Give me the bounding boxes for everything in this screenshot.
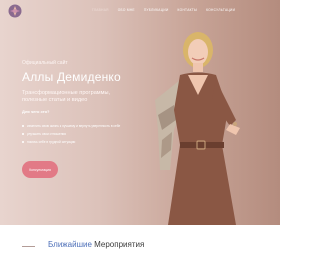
bullet-icon: [22, 133, 24, 135]
events-heading: Ближайшие Мероприятия: [48, 240, 144, 249]
list-item: улучшить свои отношения: [22, 130, 152, 138]
bullet-text: изменить свою жизнь к лучшему и вернуть …: [27, 124, 121, 128]
consultation-button[interactable]: Консультация: [22, 161, 58, 178]
hero-subtitle: Трансформационные программы, полезные ст…: [22, 90, 152, 104]
hero-title: Аллы Демиденко: [22, 70, 121, 84]
hero-subtitle-line-2: полезные статьи и видео: [22, 97, 88, 103]
hero-section: Главная Обо мне Публикации Контакты Конс…: [0, 0, 280, 225]
page: Главная Обо мне Публикации Контакты Конс…: [0, 0, 280, 280]
nav-item-consultations[interactable]: Консультации: [206, 8, 235, 12]
events-heading-accent: Ближайшие: [48, 240, 92, 249]
list-item: изменить свою жизнь к лучшему и вернуть …: [22, 122, 152, 130]
bullet-icon: [22, 141, 24, 143]
top-navigation: Главная Обо мне Публикации Контакты Конс…: [0, 0, 280, 22]
events-section: Ближайшие Мероприятия: [0, 225, 280, 280]
hero-portrait-image: [155, 32, 240, 225]
nav-item-contacts[interactable]: Контакты: [178, 8, 198, 12]
nav-menu: Главная Обо мне Публикации Контакты Конс…: [92, 8, 235, 12]
hero-section-label: Для чего это?: [22, 109, 50, 114]
bullet-text: помочь себе в трудной ситуации: [27, 140, 76, 144]
logo-icon[interactable]: [8, 4, 22, 18]
hero-subtitle-line-1: Трансформационные программы,: [22, 90, 111, 96]
bullet-text: улучшить свои отношения: [27, 132, 66, 136]
nav-item-home[interactable]: Главная: [92, 8, 109, 12]
hero-eyebrow: Официальный сайт: [22, 60, 68, 66]
nav-item-about[interactable]: Обо мне: [118, 8, 135, 12]
section-divider: [22, 246, 35, 247]
hero-bullet-list: изменить свою жизнь к лучшему и вернуть …: [22, 122, 152, 146]
events-heading-rest: Мероприятия: [94, 240, 145, 249]
bullet-icon: [22, 125, 24, 127]
nav-item-publications[interactable]: Публикации: [144, 8, 169, 12]
list-item: помочь себе в трудной ситуации: [22, 138, 152, 146]
hero-copy: Официальный сайт Аллы Демиденко Трансфор…: [22, 60, 152, 146]
